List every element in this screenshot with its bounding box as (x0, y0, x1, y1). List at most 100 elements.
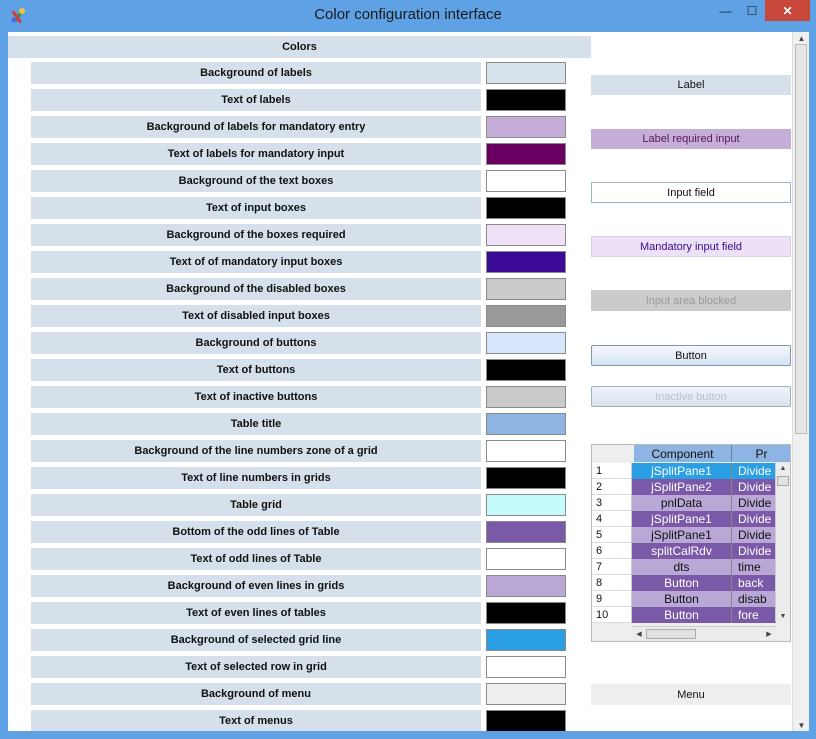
color-row: Text of input boxes (31, 197, 566, 219)
grid-cell-component[interactable]: pnlData (632, 495, 732, 511)
preview-input-field[interactable]: Input field (591, 182, 791, 203)
minimize-button[interactable]: — (712, 0, 739, 21)
grid-cell-component[interactable]: jSplitPane1 (632, 527, 732, 543)
color-swatch[interactable] (486, 116, 566, 138)
color-row: Background of labels (31, 62, 566, 84)
grid-cell-component[interactable]: Button (632, 575, 732, 591)
grid-cell-component[interactable]: jSplitPane2 (632, 479, 732, 495)
preview-menu[interactable]: Menu (591, 684, 791, 705)
grid-row[interactable]: 9 Button disab (592, 591, 776, 607)
color-row-label: Text of disabled input boxes (31, 305, 481, 327)
maximize-button[interactable]: ☐ (739, 0, 765, 21)
grid-row[interactable]: 10 Button fore (592, 607, 776, 623)
color-row-label: Text of buttons (31, 359, 481, 381)
grid-cell-component[interactable]: Button (632, 591, 732, 607)
color-swatch[interactable] (486, 494, 566, 516)
color-swatch[interactable] (486, 602, 566, 624)
color-swatch[interactable] (486, 170, 566, 192)
color-row: Text of labels (31, 89, 566, 111)
color-swatch[interactable] (486, 89, 566, 111)
color-row: Background of even lines in grids (31, 575, 566, 597)
color-row-label: Background of even lines in grids (31, 575, 481, 597)
color-swatch[interactable] (486, 359, 566, 381)
color-swatch[interactable] (486, 548, 566, 570)
grid-cell-property[interactable]: time (732, 559, 776, 575)
grid-column-header[interactable]: Pr (732, 445, 790, 462)
color-swatch[interactable] (486, 251, 566, 273)
grid-cell-property[interactable]: fore (732, 607, 776, 623)
grid-line-number: 9 (592, 591, 632, 607)
color-swatch[interactable] (486, 629, 566, 651)
scroll-up-icon[interactable]: ▲ (793, 32, 809, 44)
color-swatch[interactable] (486, 143, 566, 165)
color-row: Background of the disabled boxes (31, 278, 566, 300)
color-swatch[interactable] (486, 386, 566, 408)
grid-cell-property[interactable]: Divide (732, 479, 776, 495)
grid-cell-property[interactable]: disab (732, 591, 776, 607)
color-swatch[interactable] (486, 440, 566, 462)
grid-cell-component[interactable]: Button (632, 607, 732, 623)
color-swatch[interactable] (486, 278, 566, 300)
color-swatch[interactable] (486, 575, 566, 597)
color-row-label: Table title (31, 413, 481, 435)
color-swatch[interactable] (486, 62, 566, 84)
color-row: Table title (31, 413, 566, 435)
grid-line-number: 3 (592, 495, 632, 511)
preview-button[interactable]: Button (591, 345, 791, 366)
grid-vertical-scrollbar[interactable]: ▲ ▼ (775, 462, 790, 622)
grid-cell-property[interactable]: Divide (732, 463, 776, 479)
color-swatch[interactable] (486, 197, 566, 219)
color-swatch[interactable] (486, 332, 566, 354)
color-row: Text of buttons (31, 359, 566, 381)
preview-mandatory-input[interactable]: Mandatory input field (591, 236, 791, 257)
close-button[interactable]: ✕ (765, 0, 810, 21)
scroll-up-icon[interactable]: ▲ (777, 463, 789, 473)
scroll-right-icon[interactable]: ▶ (764, 628, 774, 640)
color-row: Text of odd lines of Table (31, 548, 566, 570)
grid-cell-property[interactable]: Divide (732, 495, 776, 511)
color-swatch[interactable] (486, 710, 566, 731)
color-row-label: Text of of mandatory input boxes (31, 251, 481, 273)
color-row: Text of disabled input boxes (31, 305, 566, 327)
grid-row[interactable]: 4 jSplitPane1 Divide (592, 511, 776, 527)
grid-hscroll-thumb[interactable] (646, 629, 696, 639)
grid-row[interactable]: 2 jSplitPane2 Divide (592, 479, 776, 495)
color-row-label: Background of buttons (31, 332, 481, 354)
grid-cell-component[interactable]: jSplitPane1 (632, 511, 732, 527)
grid-row[interactable]: 6 splitCalRdv Divide (592, 543, 776, 559)
grid-row[interactable]: 3 pnlData Divide (592, 495, 776, 511)
grid-cell-component[interactable]: jSplitPane1 (632, 463, 732, 479)
grid-cell-property[interactable]: Divide (732, 527, 776, 543)
color-swatch[interactable] (486, 224, 566, 246)
scroll-down-icon[interactable]: ▼ (793, 719, 809, 731)
color-swatch[interactable] (486, 413, 566, 435)
grid-cell-component[interactable]: dts (632, 559, 732, 575)
color-row-label: Background of the text boxes (31, 170, 481, 192)
grid-cell-property[interactable]: Divide (732, 543, 776, 559)
grid-row[interactable]: 1 jSplitPane1 Divide (592, 463, 776, 479)
color-swatch[interactable] (486, 305, 566, 327)
grid-row[interactable]: 7 dts time (592, 559, 776, 575)
scroll-left-icon[interactable]: ◀ (634, 628, 644, 640)
color-swatch[interactable] (486, 656, 566, 678)
main-scroll-thumb[interactable] (795, 44, 807, 434)
grid-line-number: 8 (592, 575, 632, 591)
grid-row[interactable]: 8 Button back (592, 575, 776, 591)
color-swatch[interactable] (486, 521, 566, 543)
grid-cell-property[interactable]: Divide (732, 511, 776, 527)
grid-column-header[interactable]: Component (634, 445, 732, 462)
scroll-down-icon[interactable]: ▼ (777, 611, 789, 621)
color-swatch[interactable] (486, 467, 566, 489)
grid-scroll-thumb[interactable] (777, 476, 789, 486)
title-bar[interactable]: Color configuration interface — ☐ ✕ (0, 0, 816, 32)
preview-inactive-button: Inactive button (591, 386, 791, 407)
grid-row[interactable]: 5 jSplitPane1 Divide (592, 527, 776, 543)
color-row-label: Text of selected row in grid (31, 656, 481, 678)
preview-grid[interactable]: Component Pr 1 jSplitPane1 Divide 2 jSplitPa… (591, 444, 791, 642)
grid-horizontal-scrollbar[interactable]: ◀ ▶ (632, 626, 776, 641)
color-swatch[interactable] (486, 683, 566, 705)
grid-cell-property[interactable]: back (732, 575, 776, 591)
color-row: Background of the boxes required (31, 224, 566, 246)
grid-cell-component[interactable]: splitCalRdv (632, 543, 732, 559)
main-vertical-scrollbar[interactable]: ▲ ▼ (792, 32, 809, 731)
